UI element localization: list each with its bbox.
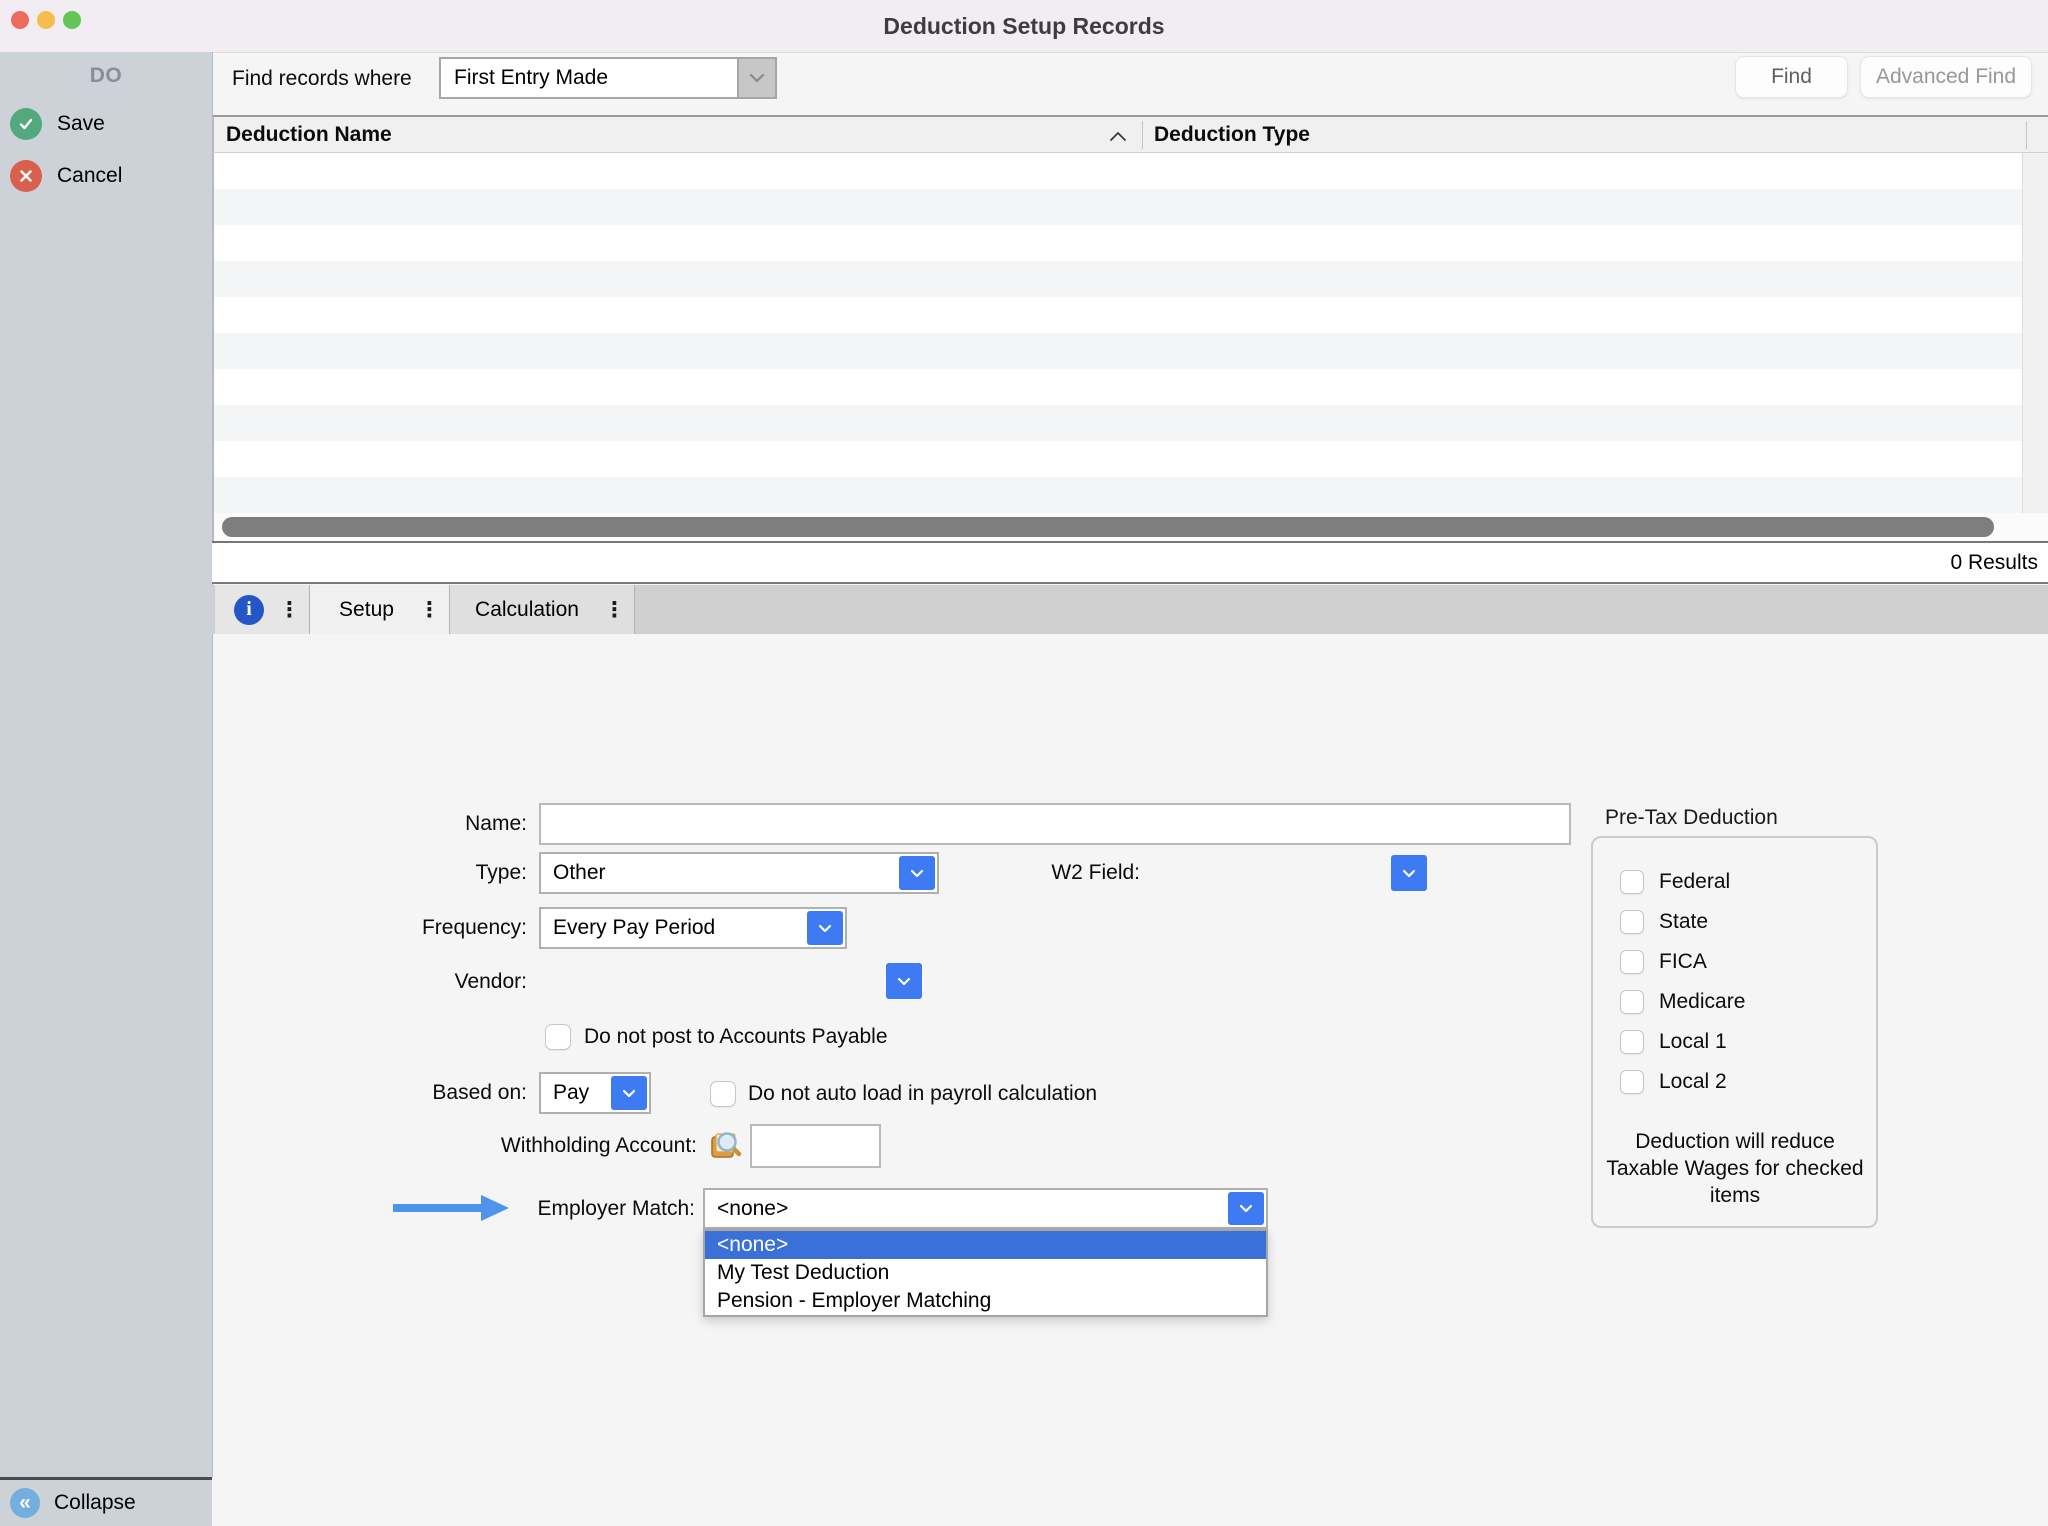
pretax-row-federal: Federal	[1620, 869, 1730, 895]
chevron-down-icon[interactable]	[611, 1076, 647, 1110]
medicare-checkbox[interactable]	[1620, 990, 1644, 1014]
window-title: Deduction Setup Records	[0, 0, 2048, 52]
column-header-deduction-name[interactable]: Deduction Name	[226, 117, 392, 153]
tab-menu-dots-icon[interactable]: ⋮	[604, 597, 625, 622]
pretax-note: Deduction will reduce Taxable Wages for …	[1604, 1128, 1866, 1209]
pretax-row-local2: Local 2	[1620, 1069, 1727, 1095]
find-button[interactable]: Find	[1735, 56, 1848, 98]
results-table-body[interactable]	[212, 153, 2022, 513]
option-pension-employer-matching[interactable]: Pension - Employer Matching	[705, 1287, 1266, 1315]
do-not-autoload-label: Do not auto load in payroll calculation	[748, 1074, 1097, 1114]
account-lookup-icon[interactable]	[708, 1127, 744, 1168]
name-input[interactable]	[539, 803, 1571, 845]
horizontal-scrollbar-thumb[interactable]	[222, 517, 1994, 537]
do-not-autoload-checkbox[interactable]	[710, 1081, 736, 1107]
based-on-value: Pay	[553, 1074, 589, 1112]
tab-calculation[interactable]: Calculation ⋮	[450, 585, 635, 634]
column-header-deduction-type[interactable]: Deduction Type	[1154, 117, 1310, 153]
employer-match-label: Employer Match:	[428, 1188, 695, 1229]
employer-match-dropdown[interactable]: <none>	[703, 1188, 1268, 1229]
pretax-deduction-title: Pre-Tax Deduction	[1605, 806, 1778, 830]
vendor-dropdown[interactable]	[886, 963, 922, 999]
local2-checkbox[interactable]	[1620, 1070, 1644, 1094]
chevron-down-icon[interactable]	[737, 59, 775, 97]
save-button[interactable]: Save	[10, 108, 105, 140]
tab-calculation-label: Calculation	[475, 598, 579, 622]
do-not-post-ap-checkbox[interactable]	[545, 1024, 571, 1050]
based-on-label: Based on:	[260, 1072, 527, 1114]
fica-checkbox[interactable]	[1620, 950, 1644, 974]
chevron-down-icon[interactable]	[807, 911, 843, 945]
type-label: Type:	[260, 852, 527, 894]
local1-label: Local 1	[1659, 1030, 1727, 1054]
find-records-where-label: Find records where	[232, 58, 412, 100]
frequency-value: Every Pay Period	[553, 909, 715, 947]
fica-label: FICA	[1659, 950, 1707, 974]
withholding-account-input[interactable]	[750, 1124, 881, 1168]
w2-field-label: W2 Field:	[960, 852, 1140, 894]
results-count: 0 Results	[1950, 543, 2038, 582]
sidebar-header: DO	[0, 64, 212, 88]
medicare-label: Medicare	[1659, 990, 1745, 1014]
name-label: Name:	[260, 803, 527, 845]
column-divider	[1142, 121, 1143, 149]
federal-checkbox[interactable]	[1620, 870, 1644, 894]
state-checkbox[interactable]	[1620, 910, 1644, 934]
collapse-button[interactable]: « Collapse	[0, 1477, 212, 1526]
pretax-row-state: State	[1620, 909, 1708, 935]
option-none[interactable]: <none>	[705, 1231, 1266, 1259]
state-label: State	[1659, 910, 1708, 934]
tab-info[interactable]: i ⋮	[215, 585, 310, 634]
federal-label: Federal	[1659, 870, 1730, 894]
frequency-label: Frequency:	[260, 907, 527, 949]
pretax-row-local1: Local 1	[1620, 1029, 1727, 1055]
table-header: Deduction Name Deduction Type	[212, 115, 2048, 153]
results-bar: 0 Results	[212, 543, 2048, 584]
frequency-dropdown[interactable]: Every Pay Period	[539, 907, 847, 949]
option-my-test-deduction[interactable]: My Test Deduction	[705, 1259, 1266, 1287]
collapse-label: Collapse	[54, 1491, 136, 1515]
sidebar: DO Save Cancel	[0, 52, 213, 1477]
tab-setup-label: Setup	[339, 598, 394, 622]
withholding-account-label: Withholding Account:	[330, 1124, 697, 1168]
employer-match-options-list: <none> My Test Deduction Pension - Emplo…	[703, 1229, 1268, 1317]
chevron-down-icon[interactable]	[899, 856, 935, 890]
x-circle-icon	[10, 160, 42, 192]
local1-checkbox[interactable]	[1620, 1030, 1644, 1054]
vertical-scrollbar-track[interactable]	[2022, 153, 2048, 513]
collapse-chevrons-icon: «	[10, 1488, 40, 1518]
info-icon: i	[234, 595, 264, 625]
w2-field-dropdown[interactable]	[1391, 855, 1427, 891]
titlebar: Deduction Setup Records	[0, 0, 2048, 53]
pretax-row-fica: FICA	[1620, 949, 1707, 975]
tab-menu-dots-icon[interactable]: ⋮	[419, 597, 440, 622]
tab-bar: i ⋮ Setup ⋮ Calculation ⋮	[212, 585, 2048, 634]
find-field-value: First Entry Made	[454, 59, 608, 97]
type-dropdown[interactable]: Other	[539, 852, 939, 894]
based-on-dropdown[interactable]: Pay	[539, 1072, 651, 1114]
type-value: Other	[553, 854, 606, 892]
employer-match-value: <none>	[717, 1190, 788, 1227]
check-circle-icon	[10, 108, 42, 140]
find-field-dropdown[interactable]: First Entry Made	[439, 57, 777, 99]
save-label: Save	[57, 112, 105, 136]
advanced-find-button[interactable]: Advanced Find	[1860, 56, 2032, 98]
horizontal-scrollbar-track[interactable]	[212, 513, 2048, 541]
local2-label: Local 2	[1659, 1070, 1727, 1094]
pretax-row-medicare: Medicare	[1620, 989, 1745, 1015]
sort-ascending-icon[interactable]	[1108, 129, 1128, 147]
column-divider	[2026, 121, 2027, 149]
tab-setup[interactable]: Setup ⋮	[310, 585, 450, 634]
cancel-label: Cancel	[57, 164, 122, 188]
chevron-down-icon[interactable]	[1228, 1192, 1264, 1225]
tab-menu-dots-icon[interactable]: ⋮	[279, 597, 300, 622]
cancel-button[interactable]: Cancel	[10, 160, 122, 192]
vendor-label: Vendor:	[260, 961, 527, 1003]
do-not-post-ap-label: Do not post to Accounts Payable	[584, 1017, 888, 1057]
